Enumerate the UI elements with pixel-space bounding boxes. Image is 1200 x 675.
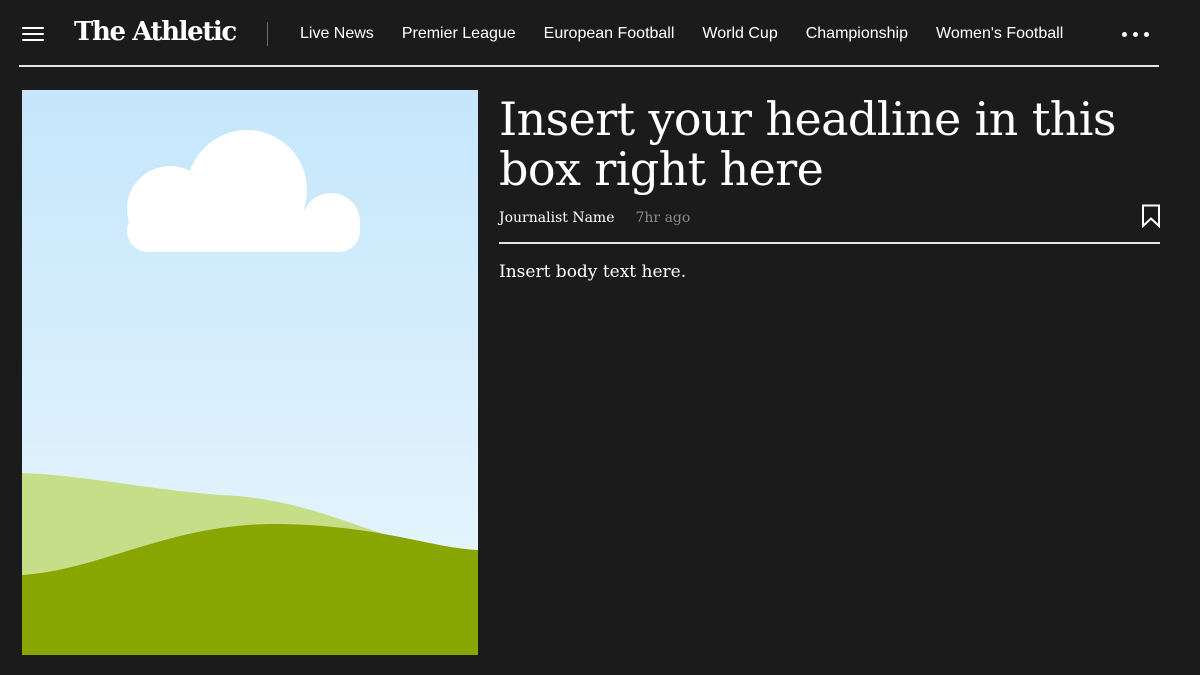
header-divider xyxy=(19,65,1159,67)
author-name[interactable]: Journalist Name xyxy=(499,207,615,229)
hamburger-menu-icon[interactable] xyxy=(20,24,46,44)
byline-divider xyxy=(499,242,1160,244)
publish-time: 7hr ago xyxy=(635,210,691,226)
article-page: The Athletic Live News Premier League Eu… xyxy=(0,0,1200,675)
nav-item-premier-league[interactable]: Premier League xyxy=(402,22,516,46)
article-body: Insert body text here. xyxy=(499,262,687,282)
more-horizontal-icon[interactable] xyxy=(1119,27,1155,41)
section-nav: Live News Premier League European Footba… xyxy=(300,22,1091,46)
site-logo[interactable]: The Athletic xyxy=(74,14,237,50)
article-headline: Insert your headline in this box right h… xyxy=(499,92,1116,196)
article-image-placeholder xyxy=(22,90,478,655)
nav-item-world-cup[interactable]: World Cup xyxy=(702,22,777,46)
logo-divider xyxy=(267,22,268,46)
top-navigation: The Athletic Live News Premier League Eu… xyxy=(0,0,1200,66)
nav-item-womens-football[interactable]: Women's Football xyxy=(936,22,1063,46)
nav-item-live-news[interactable]: Live News xyxy=(300,22,374,46)
bookmark-icon[interactable] xyxy=(1141,204,1161,228)
byline: Journalist Name 7hr ago xyxy=(499,207,690,229)
nav-item-championship[interactable]: Championship xyxy=(806,22,908,46)
nav-item-european-football[interactable]: European Football xyxy=(544,22,675,46)
